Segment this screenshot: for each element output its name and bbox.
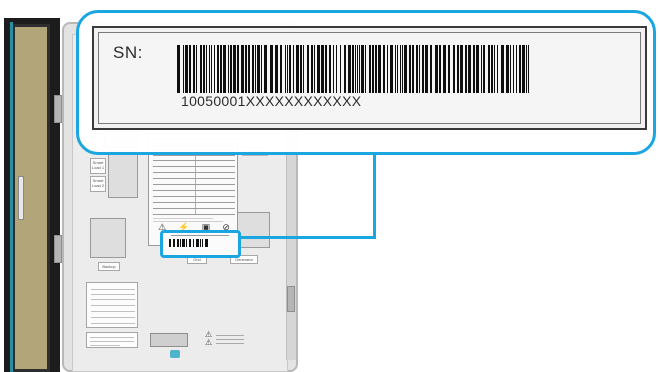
vent-grille	[150, 333, 188, 347]
warning-triangle-icon: ⚠	[205, 338, 213, 347]
indicator-icon	[170, 350, 180, 358]
barcode-small	[169, 239, 208, 247]
barcode	[177, 45, 529, 93]
warning-text	[216, 332, 244, 347]
serial-number: 10050001XXXXXXXXXXXX	[181, 93, 362, 109]
terminal-recess	[108, 150, 138, 198]
note-label	[86, 332, 138, 348]
panel-hinge	[54, 235, 62, 263]
serial-number-label: SN: 10050001XXXXXXXXXXXX	[92, 26, 647, 130]
door-seal	[10, 22, 13, 372]
backup-label: Backup	[98, 262, 120, 271]
serial-prefix: SN:	[113, 43, 143, 62]
serial-label-highlight	[160, 230, 241, 258]
smart-load-2-label: Smart Load 2	[90, 176, 106, 192]
callout-connector	[373, 154, 376, 239]
serial-number-label-border: SN: 10050001XXXXXXXXXXXX	[98, 32, 641, 124]
terminal-recess	[90, 218, 126, 258]
wiring-table-label	[86, 282, 138, 328]
callout-connector	[240, 236, 376, 239]
panel-hinge	[54, 95, 62, 123]
smart-load-1-label: Smart Load 1	[90, 158, 106, 174]
door-latch	[18, 176, 24, 220]
panel-lock	[287, 286, 295, 312]
